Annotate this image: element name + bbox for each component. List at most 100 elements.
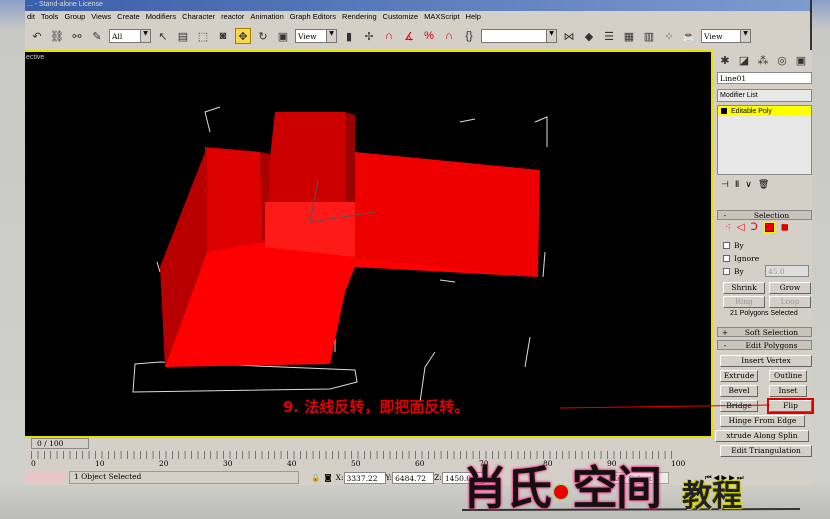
polygon-icon[interactable]	[763, 222, 775, 233]
menu-customize[interactable]: Customize	[383, 12, 418, 23]
motion-tab-icon[interactable]: ◎	[774, 52, 790, 68]
time-slider[interactable]: 0 / 100	[31, 438, 89, 449]
make-unique-icon[interactable]: ∨	[745, 179, 752, 189]
maxscript-listener[interactable]	[25, 471, 65, 484]
named-selection-dropdown[interactable]: ▼	[481, 29, 557, 43]
vertex-icon[interactable]: ⁖	[725, 222, 731, 233]
unlink-icon[interactable]: ⚯	[69, 28, 85, 44]
angle-field[interactable]: 45.0	[765, 265, 809, 277]
x-coordinate-field[interactable]: 3337.22	[343, 471, 386, 484]
rotate-icon[interactable]: ↻	[255, 28, 271, 44]
timeline-tick-label: 20	[159, 459, 169, 468]
layer-manager-icon[interactable]: ☰	[601, 28, 617, 44]
menu-edit[interactable]: dit	[27, 12, 35, 23]
menu-modifiers[interactable]: Modifiers	[146, 12, 176, 23]
remove-modifier-icon[interactable]: 🗑	[758, 179, 769, 189]
display-tab-icon[interactable]: ▣	[793, 52, 809, 68]
selection-rollout-header[interactable]: - Selection	[717, 210, 812, 220]
hinge-from-edge-button[interactable]: Hinge From Edge	[720, 415, 805, 427]
mirror-icon[interactable]: ⋈	[561, 28, 577, 44]
chevron-down-icon: ▼	[140, 30, 150, 42]
link-icon[interactable]: ⛓	[49, 28, 65, 44]
main-toolbar: ↶ ⛓ ⚯ ✎ All ▼ ↖ ▤ ⬚ ◙ ✥ ↻ ▣ View ▼ ▮ ✢ ∩ ∡…	[25, 25, 812, 47]
scale-icon[interactable]: ▣	[275, 28, 291, 44]
align-icon[interactable]: ◆	[581, 28, 597, 44]
pin-stack-icon[interactable]: ⊣	[721, 179, 729, 189]
menu-rendering[interactable]: Rendering	[342, 12, 377, 23]
hierarchy-tab-icon[interactable]: ⁂	[755, 52, 771, 68]
bridge-button[interactable]: Bridge	[720, 400, 758, 412]
modifier-list-dropdown[interactable]: Modifier List	[717, 89, 812, 102]
shrink-button[interactable]: Shrink	[723, 282, 765, 294]
by-angle-checkbox[interactable]: By	[723, 267, 744, 276]
expand-icon	[721, 108, 727, 114]
angle-snap-icon[interactable]: ∡	[401, 28, 417, 44]
menu-create[interactable]: Create	[117, 12, 140, 23]
element-icon[interactable]: ◼	[781, 222, 789, 233]
outline-button[interactable]: Outline	[769, 370, 807, 382]
stack-item-editable-poly[interactable]: Editable Poly	[718, 106, 811, 116]
manipulate-icon[interactable]: ✢	[361, 28, 377, 44]
timeline-tick-label: 0	[31, 459, 36, 468]
menu-maxscript[interactable]: MAXScript	[424, 12, 459, 23]
material-editor-icon[interactable]: ⁘	[661, 28, 677, 44]
percent-snap-icon[interactable]: %	[421, 28, 437, 44]
menu-help[interactable]: Help	[466, 12, 481, 23]
menu-reactor[interactable]: reactor	[221, 12, 244, 23]
flip-button[interactable]: Flip	[767, 398, 814, 414]
menu-group[interactable]: Group	[64, 12, 85, 23]
bind-space-warp-icon[interactable]: ✎	[89, 28, 105, 44]
absolute-mode-icon[interactable]: ◙	[324, 473, 331, 482]
insert-vertex-button[interactable]: Insert Vertex	[720, 355, 812, 367]
title-bar: ... - Stand-alone License	[25, 0, 810, 11]
create-tab-icon[interactable]: ✱	[717, 52, 733, 68]
spinner-snap-icon[interactable]: ∩	[441, 28, 457, 44]
loop-button[interactable]: Loop	[769, 296, 811, 308]
render-scene-icon[interactable]: ☕	[681, 28, 697, 44]
grow-button[interactable]: Grow	[769, 282, 811, 294]
edit-polygons-rollout-header[interactable]: - Edit Polygons	[717, 340, 812, 350]
menu-animation[interactable]: Animation	[250, 12, 283, 23]
ring-button[interactable]: Ring	[723, 296, 765, 308]
snap-3d-icon[interactable]: ∩	[381, 28, 397, 44]
ignore-backfacing-checkbox[interactable]: Ignore	[723, 254, 759, 263]
ref-coord-dropdown[interactable]: View ▼	[295, 29, 337, 43]
object-name-field[interactable]: Line01	[717, 72, 812, 84]
soft-selection-rollout-header[interactable]: + Soft Selection	[717, 327, 812, 337]
select-arrow-icon[interactable]: ↖	[155, 28, 171, 44]
edit-named-selection-icon[interactable]: {}	[461, 28, 477, 44]
y-coordinate-field[interactable]: 6484.72	[392, 471, 435, 484]
undo-icon[interactable]: ↶	[29, 28, 45, 44]
timeline-tick-label: 30	[223, 459, 233, 468]
select-by-name-icon[interactable]: ▤	[175, 28, 191, 44]
menu-graph-editors[interactable]: Graph Editors	[290, 12, 336, 23]
edit-triangulation-button[interactable]: Edit Triangulation	[720, 445, 812, 457]
lock-icon[interactable]: 🔒	[311, 473, 320, 482]
selection-filter-dropdown[interactable]: All ▼	[109, 29, 151, 43]
by-vertex-checkbox[interactable]: By	[723, 241, 744, 250]
x-label: X:	[335, 473, 344, 482]
menu-character[interactable]: Character	[182, 12, 215, 23]
pivot-icon[interactable]: ▮	[341, 28, 357, 44]
move-icon[interactable]: ✥	[235, 28, 251, 44]
modify-tab-icon[interactable]: ◪	[736, 52, 752, 68]
menu-views[interactable]: Views	[91, 12, 111, 23]
extrude-button[interactable]: Extrude	[720, 370, 758, 382]
inset-button[interactable]: Inset	[769, 385, 807, 397]
curve-editor-icon[interactable]: ▦	[621, 28, 637, 44]
bevel-button[interactable]: Bevel	[720, 385, 758, 397]
window-crossing-icon[interactable]: ◙	[215, 28, 231, 44]
extrude-along-spline-button[interactable]: xtrude Along Splin	[715, 430, 809, 442]
schematic-view-icon[interactable]: ▥	[641, 28, 657, 44]
timeline-tick-label: 60	[415, 459, 425, 468]
timeline-tick-label: 10	[95, 459, 105, 468]
edge-icon[interactable]: ◁	[737, 222, 745, 233]
region-select-icon[interactable]: ⬚	[195, 28, 211, 44]
perspective-viewport[interactable]: ective	[25, 50, 713, 438]
timeline-tick-label: 100	[671, 459, 686, 468]
menu-tools[interactable]: Tools	[41, 12, 59, 23]
render-view-dropdown[interactable]: View ▼	[701, 29, 751, 43]
border-icon[interactable]: Ↄ	[751, 222, 758, 233]
chevron-down-icon: ▼	[326, 30, 336, 42]
show-end-result-icon[interactable]: Ⅱ	[735, 179, 739, 189]
